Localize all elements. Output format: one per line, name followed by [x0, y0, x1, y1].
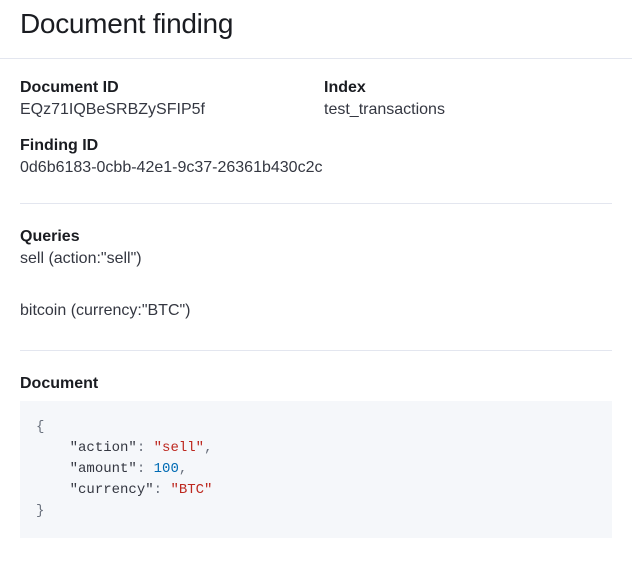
field-document-id: Document ID EQz71IQBeSRBZySFIP5f: [20, 79, 308, 119]
query-item: bitcoin (currency:"BTC"): [20, 302, 612, 320]
document-id-value: EQz71IQBeSRBZySFIP5f: [20, 101, 308, 119]
query-item: sell (action:"sell"): [20, 250, 612, 268]
json-num: 100: [154, 461, 179, 477]
json-str: "BTC": [170, 482, 212, 498]
queries-label: Queries: [20, 228, 612, 246]
field-index: Index test_transactions: [324, 79, 612, 119]
document-label: Document: [20, 375, 612, 393]
index-label: Index: [324, 79, 612, 97]
document-id-label: Document ID: [20, 79, 308, 97]
field-finding-id: Finding ID 0d6b6183-0cbb-42e1-9c37-26361…: [20, 137, 612, 177]
json-comma: ,: [179, 461, 187, 477]
json-comma: ,: [204, 440, 212, 456]
divider: [20, 203, 612, 204]
index-value: test_transactions: [324, 101, 612, 119]
content: Document ID EQz71IQBeSRBZySFIP5f Index t…: [0, 59, 632, 538]
json-colon: :: [137, 461, 154, 477]
json-colon: :: [154, 482, 171, 498]
json-colon: :: [137, 440, 154, 456]
json-brace: {: [36, 419, 44, 435]
json-brace: }: [36, 503, 44, 519]
json-str: "sell": [154, 440, 204, 456]
finding-id-value: 0d6b6183-0cbb-42e1-9c37-26361b430c2c: [20, 159, 612, 177]
page-header: Document finding: [0, 0, 632, 59]
meta-row-1: Document ID EQz71IQBeSRBZySFIP5f Index t…: [20, 79, 612, 119]
document-json: { "action": "sell", "amount": 100, "curr…: [20, 401, 612, 538]
page-title: Document finding: [20, 8, 612, 40]
finding-id-label: Finding ID: [20, 137, 612, 155]
json-key: "amount": [70, 461, 137, 477]
json-key: "action": [70, 440, 137, 456]
json-key: "currency": [70, 482, 154, 498]
divider: [20, 350, 612, 351]
